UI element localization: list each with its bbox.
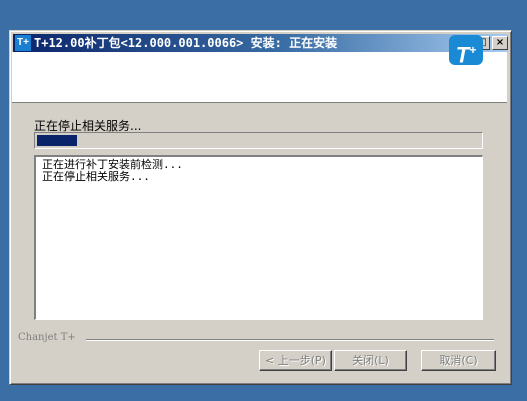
tplus-logo: T+ <box>449 35 483 68</box>
close-button[interactable]: 关闭(L) <box>334 350 407 371</box>
progress-bar <box>34 132 483 149</box>
window-title: T+12.00补丁包<12.000.001.0066> 安装: 正在安装 <box>34 36 338 50</box>
logo-plus: + <box>469 43 477 57</box>
logo-letter: T <box>455 42 470 68</box>
cancel-button[interactable]: 取消(C) <box>421 350 496 371</box>
desktop: T+ T+12.00补丁包<12.000.001.0066> 安装: 正在安装 … <box>0 0 527 401</box>
prev-button[interactable]: < 上一步(P) <box>259 350 332 371</box>
log-box[interactable]: 正在进行补丁安装前检测... 正在停止相关服务... <box>34 155 483 320</box>
close-window-button[interactable]: × <box>492 36 508 50</box>
title-bar[interactable]: T+ T+12.00补丁包<12.000.001.0066> 安装: 正在安装 … <box>13 34 508 52</box>
header-panel <box>12 52 507 103</box>
app-icon: T+ <box>15 35 31 51</box>
brand-label: Chanjet T+ <box>18 332 76 343</box>
footer-divider <box>86 339 494 341</box>
progress-fill <box>37 135 77 146</box>
log-line: 正在停止相关服务... <box>42 170 150 183</box>
